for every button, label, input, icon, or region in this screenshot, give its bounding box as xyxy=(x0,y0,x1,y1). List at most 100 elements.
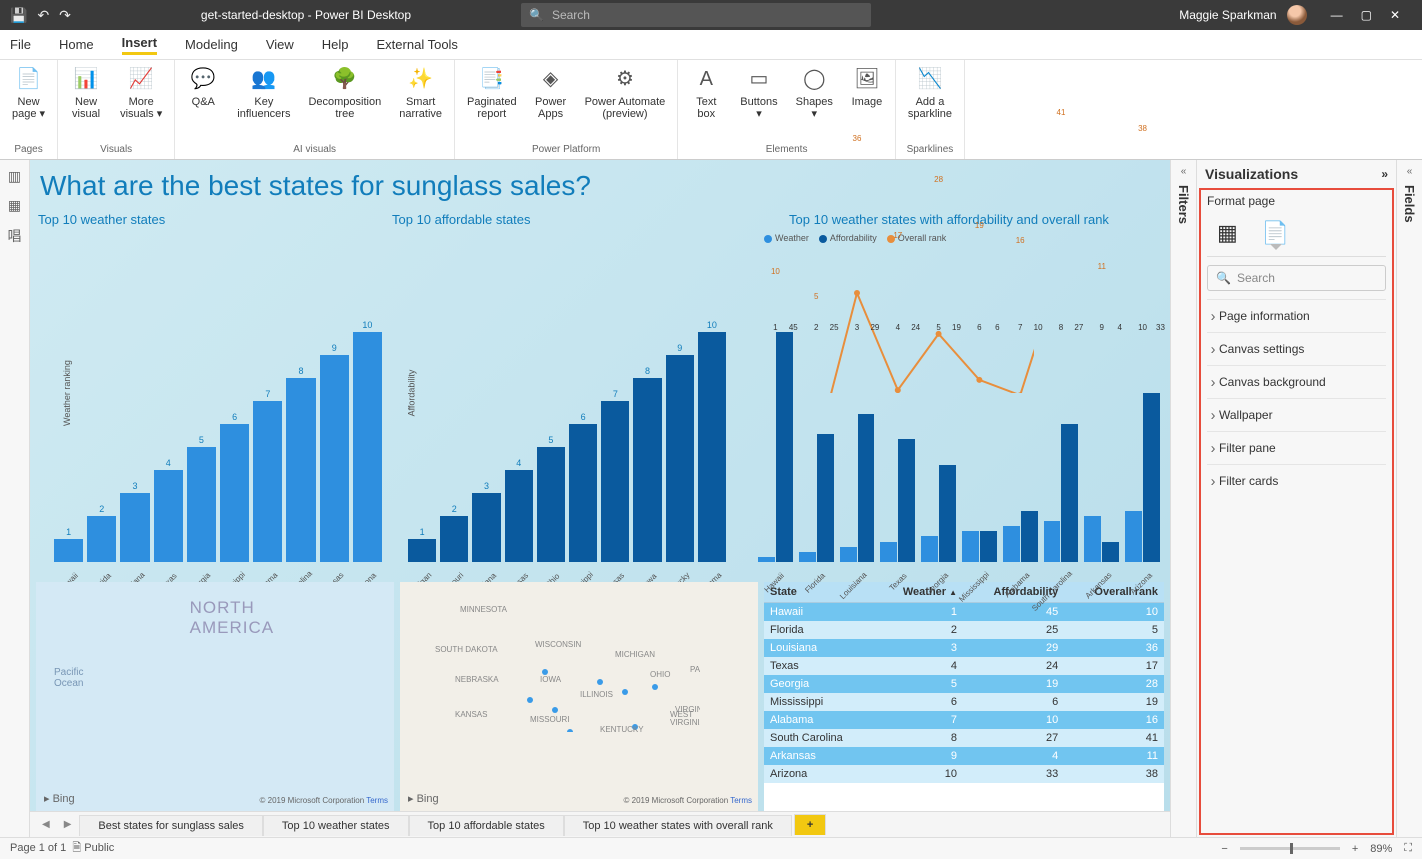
format-page-section: Format page ▦ 📄 🔍 Search Page informatio… xyxy=(1199,188,1394,835)
sensitivity-label[interactable]: Public xyxy=(84,842,114,854)
filters-pane[interactable]: « Filters xyxy=(1170,160,1196,837)
menu-view[interactable]: View xyxy=(266,37,294,52)
minimize-button[interactable]: — xyxy=(1331,8,1343,22)
menu-insert[interactable]: Insert xyxy=(122,35,157,55)
add-page-button[interactable]: + xyxy=(794,814,826,835)
redo-icon[interactable]: ↷ xyxy=(59,7,71,24)
chevron-left-icon[interactable]: « xyxy=(1181,166,1187,177)
format-section[interactable]: Wallpaper xyxy=(1207,398,1386,431)
chart-affordable[interactable]: Top 10 affordable states Affordability 1… xyxy=(390,208,730,578)
zoom-slider[interactable] xyxy=(1240,847,1340,850)
ribbon-image[interactable]: 🖼Image xyxy=(845,64,889,122)
map-usa[interactable]: MINNESOTASOUTH DAKOTAWISCONSINNEBRASKAIO… xyxy=(400,582,758,811)
ribbon-paginated[interactable]: 📑Paginatedreport xyxy=(461,64,523,122)
data-view-icon[interactable]: ▦ xyxy=(8,197,21,214)
format-section[interactable]: Canvas settings xyxy=(1207,332,1386,365)
ribbon-q-a[interactable]: 💬Q&A xyxy=(181,64,225,122)
visualizations-pane: Visualizations » Format page ▦ 📄 🔍 Searc… xyxy=(1196,160,1396,837)
page-tab[interactable]: Top 10 weather states with overall rank xyxy=(564,815,792,836)
chart-title: Top 10 affordable states xyxy=(390,208,730,231)
ribbon-icon: ✨ xyxy=(408,66,434,92)
fit-page-icon[interactable]: ⛶ xyxy=(1404,842,1412,855)
chevron-left-icon[interactable]: « xyxy=(1407,166,1413,177)
table-row[interactable]: Louisiana32936 xyxy=(764,639,1164,657)
user-name[interactable]: Maggie Sparkman xyxy=(1179,8,1276,22)
chevron-right-icon[interactable]: » xyxy=(1381,167,1388,181)
table-row[interactable]: Florida2255 xyxy=(764,621,1164,639)
svg-text:ILLINOIS: ILLINOIS xyxy=(580,690,613,699)
prev-page-icon[interactable]: ◀ xyxy=(36,819,56,830)
format-section[interactable]: Canvas background xyxy=(1207,365,1386,398)
page-layout-icon[interactable]: ▦ xyxy=(1217,220,1238,246)
ribbon-smart[interactable]: ✨Smartnarrative xyxy=(393,64,448,122)
ribbon-power-automate[interactable]: ⚙Power Automate(preview) xyxy=(579,64,672,122)
chart-title: Top 10 weather states xyxy=(36,208,386,231)
zoom-level[interactable]: 89% xyxy=(1370,843,1392,855)
undo-icon[interactable]: ↶ xyxy=(37,7,49,24)
ribbon-key[interactable]: 👥Keyinfluencers xyxy=(231,64,296,122)
svg-text:MINNESOTA: MINNESOTA xyxy=(460,605,508,614)
svg-text:WISCONSIN: WISCONSIN xyxy=(535,640,581,649)
avatar[interactable] xyxy=(1287,5,1307,25)
ribbon-buttons[interactable]: ▭Buttons▾ xyxy=(734,64,783,122)
svg-text:IOWA: IOWA xyxy=(540,675,562,684)
state-table[interactable]: StateWeather ▲AffordabilityOverall rankH… xyxy=(764,582,1164,811)
report-view-icon[interactable]: ▥ xyxy=(8,168,21,185)
ribbon-add-a[interactable]: 📉Add asparkline xyxy=(902,64,958,122)
save-icon[interactable]: 💾 xyxy=(10,7,27,24)
page-tab[interactable]: Best states for sunglass sales xyxy=(79,815,263,836)
map-north-america[interactable]: PacificOcean ▸ Bing © 2019 Microsoft Cor… xyxy=(36,582,394,811)
report-canvas: What are the best states for sunglass sa… xyxy=(30,160,1170,837)
ribbon-more[interactable]: 📈Morevisuals ▾ xyxy=(114,64,168,122)
fields-pane[interactable]: « Fields xyxy=(1396,160,1422,837)
terms-link[interactable]: Terms xyxy=(366,796,388,805)
menu-help[interactable]: Help xyxy=(322,37,349,52)
ribbon-new[interactable]: 📄Newpage ▾ xyxy=(6,64,51,122)
table-row[interactable]: Arizona103338 xyxy=(764,765,1164,783)
bing-logo: ▸ Bing xyxy=(44,792,75,805)
format-search[interactable]: 🔍 Search xyxy=(1207,265,1386,291)
page-tab[interactable]: Top 10 weather states xyxy=(263,815,409,836)
menu-home[interactable]: Home xyxy=(59,37,94,52)
format-section[interactable]: Filter cards xyxy=(1207,464,1386,497)
table-row[interactable]: Arkansas9411 xyxy=(764,747,1164,765)
ribbon-icon: 🌳 xyxy=(332,66,358,92)
format-page-icon[interactable]: 📄 xyxy=(1262,220,1289,246)
zoom-out-button[interactable]: − xyxy=(1221,843,1227,855)
ribbon-text[interactable]: ATextbox xyxy=(684,64,728,122)
format-section[interactable]: Page information xyxy=(1207,299,1386,332)
viz-title: Visualizations xyxy=(1205,166,1298,182)
menu-file[interactable]: File xyxy=(10,37,31,52)
ribbon-icon: 📄 xyxy=(16,66,42,92)
close-button[interactable]: ✕ xyxy=(1390,8,1400,22)
table-row[interactable]: Mississippi6619 xyxy=(764,693,1164,711)
ribbon-icon: 💬 xyxy=(190,66,216,92)
col-header[interactable]: Overall rank xyxy=(1064,582,1164,603)
menu-external-tools[interactable]: External Tools xyxy=(377,37,458,52)
legend: WeatherAffordabilityOverall rank xyxy=(734,231,1164,243)
model-view-icon[interactable]: 唱 xyxy=(8,226,22,246)
ribbon-decomposition[interactable]: 🌳Decompositiontree xyxy=(302,64,387,122)
page-tab[interactable]: Top 10 affordable states xyxy=(409,815,564,836)
table-row[interactable]: Alabama71016 xyxy=(764,711,1164,729)
next-page-icon[interactable]: ▶ xyxy=(58,819,78,830)
ribbon-shapes[interactable]: ◯Shapes▾ xyxy=(790,64,839,122)
ribbon-icon: 📊 xyxy=(73,66,99,92)
chart-weather[interactable]: Top 10 weather states Weather ranking 1H… xyxy=(36,208,386,578)
maximize-button[interactable]: ▢ xyxy=(1361,8,1372,22)
terms-link[interactable]: Terms xyxy=(730,796,752,805)
format-section[interactable]: Filter pane xyxy=(1207,431,1386,464)
table-row[interactable]: Hawaii14510 xyxy=(764,603,1164,622)
svg-text:MICHIGAN: MICHIGAN xyxy=(615,650,655,659)
table-row[interactable]: Texas42417 xyxy=(764,657,1164,675)
zoom-in-button[interactable]: + xyxy=(1352,843,1358,855)
menubar: File Home Insert Modeling View Help External T… xyxy=(0,30,1422,60)
svg-text:KANSAS: KANSAS xyxy=(455,710,487,719)
ribbon-new[interactable]: 📊Newvisual xyxy=(64,64,108,122)
global-search[interactable]: 🔍 Search xyxy=(521,3,871,27)
ribbon-power[interactable]: ◈PowerApps xyxy=(529,64,573,122)
chart-combo[interactable]: Top 10 weather states with affordability… xyxy=(734,208,1164,578)
menu-modeling[interactable]: Modeling xyxy=(185,37,238,52)
table-row[interactable]: South Carolina82741 xyxy=(764,729,1164,747)
table-row[interactable]: Georgia51928 xyxy=(764,675,1164,693)
